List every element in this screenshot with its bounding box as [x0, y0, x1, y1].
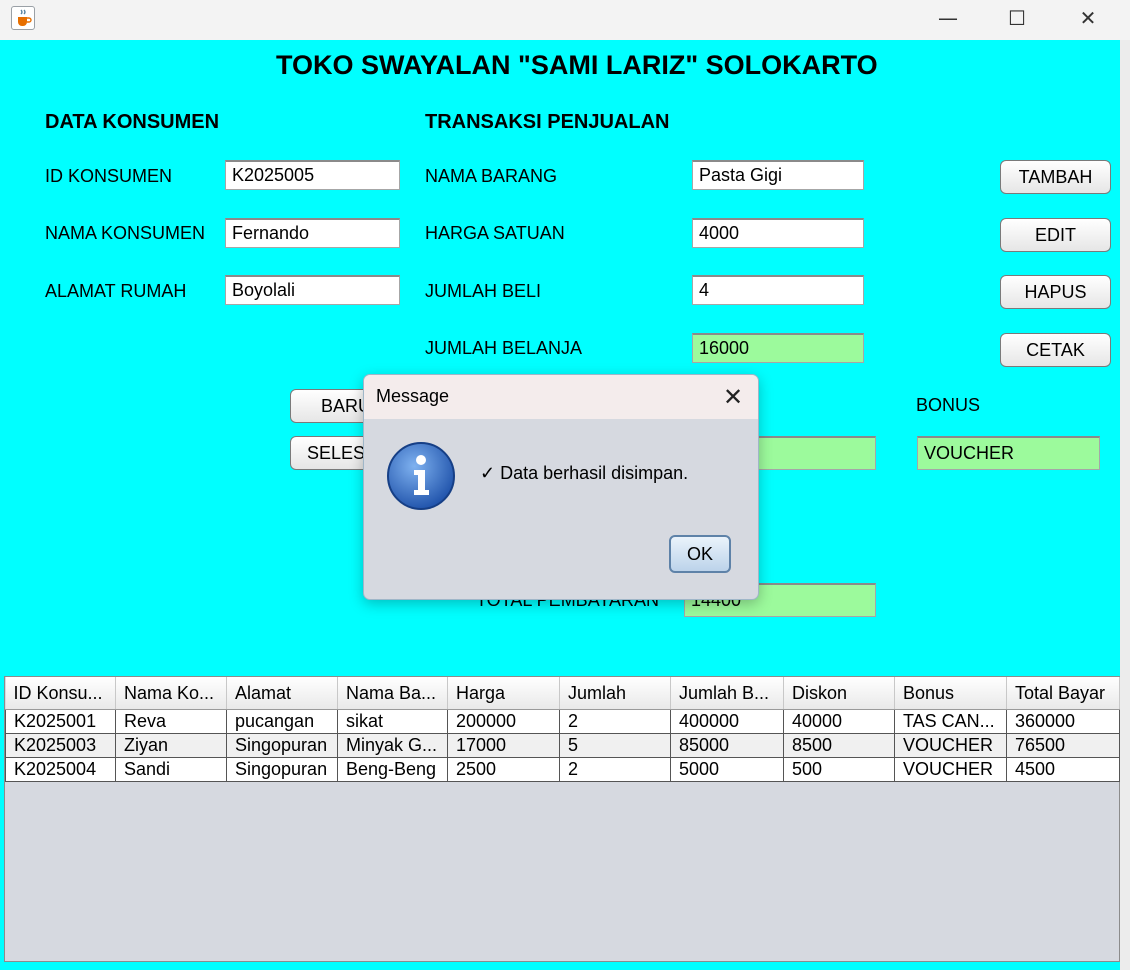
- dialog-titlebar[interactable]: Message ✕: [364, 375, 758, 419]
- window-titlebar: — ☐ ✕: [0, 0, 1130, 40]
- transaction-table[interactable]: ID Konsu... Nama Ko... Alamat Nama Ba...…: [4, 676, 1120, 962]
- table-cell: 400000: [670, 709, 784, 734]
- jumlah-belanja-label: JUMLAH BELANJA: [425, 338, 583, 358]
- alamat-rumah-label: ALAMAT RUMAH: [45, 281, 187, 301]
- table-cell: TAS CAN...: [894, 709, 1007, 734]
- maximize-button[interactable]: ☐: [985, 0, 1049, 36]
- nama-konsumen-field[interactable]: Fernando: [225, 218, 400, 248]
- bonus-field: VOUCHER: [917, 436, 1100, 470]
- column-header[interactable]: Total Bayar: [1006, 677, 1120, 710]
- table-cell: 5: [559, 733, 671, 758]
- ok-button[interactable]: OK: [669, 535, 731, 573]
- nama-barang-field[interactable]: Pasta Gigi: [692, 160, 864, 190]
- table-row[interactable]: K2025003 Ziyan Singopuran Minyak G... 17…: [5, 733, 1120, 758]
- maximize-icon: ☐: [1008, 6, 1026, 30]
- jumlah-belanja-field: 16000: [692, 333, 864, 363]
- table-cell: Minyak G...: [337, 733, 448, 758]
- column-header[interactable]: Harga: [447, 677, 560, 710]
- table-row[interactable]: K2025004 Sandi Singopuran Beng-Beng 2500…: [5, 757, 1120, 782]
- window-bottom-edge: [0, 970, 1130, 980]
- cetak-button[interactable]: CETAK: [1000, 333, 1111, 367]
- table-cell: 76500: [1006, 733, 1120, 758]
- table-cell: K2025004: [5, 757, 116, 782]
- column-header[interactable]: Nama Ba...: [337, 677, 448, 710]
- column-header[interactable]: Nama Ko...: [115, 677, 227, 710]
- hapus-button[interactable]: HAPUS: [1000, 275, 1111, 309]
- table-cell: 8500: [783, 733, 895, 758]
- table-cell: Ziyan: [115, 733, 227, 758]
- table-cell: K2025001: [5, 709, 116, 734]
- table-cell: Reva: [115, 709, 227, 734]
- alamat-rumah-field[interactable]: Boyolali: [225, 275, 400, 305]
- section-heading-konsumen: DATA KONSUMEN: [45, 111, 220, 133]
- table-cell: 2: [559, 757, 671, 782]
- message-dialog: Message ✕ ✓ Data berhasil disimpan. OK: [363, 374, 759, 600]
- table-cell: Beng-Beng: [337, 757, 448, 782]
- table-header-row: ID Konsu... Nama Ko... Alamat Nama Ba...…: [5, 677, 1120, 710]
- table-cell: VOUCHER: [894, 733, 1007, 758]
- table-cell: 500: [783, 757, 895, 782]
- column-header[interactable]: Bonus: [894, 677, 1007, 710]
- table-cell: Sandi: [115, 757, 227, 782]
- section-heading-transaksi: TRANSAKSI PENJUALAN: [425, 111, 670, 133]
- table-cell: 360000: [1006, 709, 1120, 734]
- close-icon: ✕: [722, 383, 744, 411]
- bonus-label: BONUS: [916, 395, 981, 415]
- info-icon: [386, 441, 456, 511]
- dialog-title: Message: [376, 386, 450, 406]
- table-cell: 5000: [670, 757, 784, 782]
- table-cell: K2025003: [5, 733, 116, 758]
- harga-satuan-label: HARGA SATUAN: [425, 223, 565, 243]
- table-cell: 2: [559, 709, 671, 734]
- nama-konsumen-label: NAMA KONSUMEN: [45, 223, 206, 243]
- jumlah-beli-field[interactable]: 4: [692, 275, 864, 305]
- dialog-close-button[interactable]: ✕: [716, 381, 750, 413]
- table-cell: sikat: [337, 709, 448, 734]
- jumlah-beli-label: JUMLAH BELI: [425, 281, 542, 301]
- column-header[interactable]: Alamat: [226, 677, 338, 710]
- column-header[interactable]: Jumlah B...: [670, 677, 784, 710]
- minimize-icon: —: [938, 6, 958, 30]
- java-cup-icon: [11, 6, 35, 30]
- table-cell: 4500: [1006, 757, 1120, 782]
- table-cell: 40000: [783, 709, 895, 734]
- id-konsumen-field[interactable]: K2025005: [225, 160, 400, 190]
- table-cell: 2500: [447, 757, 560, 782]
- window-right-edge: [1120, 40, 1130, 980]
- id-konsumen-label: ID KONSUMEN: [45, 166, 173, 186]
- close-window-button[interactable]: ✕: [1056, 0, 1120, 36]
- table-cell: pucangan: [226, 709, 338, 734]
- column-header[interactable]: Diskon: [783, 677, 895, 710]
- close-icon: ✕: [1079, 6, 1097, 30]
- table-cell: 85000: [670, 733, 784, 758]
- column-header[interactable]: ID Konsu...: [5, 677, 116, 710]
- column-header[interactable]: Jumlah: [559, 677, 671, 710]
- dialog-message: ✓ Data berhasil disimpan.: [480, 463, 689, 483]
- harga-satuan-field[interactable]: 4000: [692, 218, 864, 248]
- minimize-button[interactable]: —: [916, 0, 980, 36]
- table-cell: VOUCHER: [894, 757, 1007, 782]
- table-cell: Singopuran: [226, 757, 338, 782]
- table-cell: 17000: [447, 733, 560, 758]
- table-cell: Singopuran: [226, 733, 338, 758]
- nama-barang-label: NAMA BARANG: [425, 166, 558, 186]
- table-row[interactable]: K2025001 Reva pucangan sikat 200000 2 40…: [5, 709, 1120, 734]
- edit-button[interactable]: EDIT: [1000, 218, 1111, 252]
- page-title: TOKO SWAYALAN "SAMI LARIZ" SOLOKARTO: [276, 50, 878, 80]
- tambah-button[interactable]: TAMBAH: [1000, 160, 1111, 194]
- table-cell: 200000: [447, 709, 560, 734]
